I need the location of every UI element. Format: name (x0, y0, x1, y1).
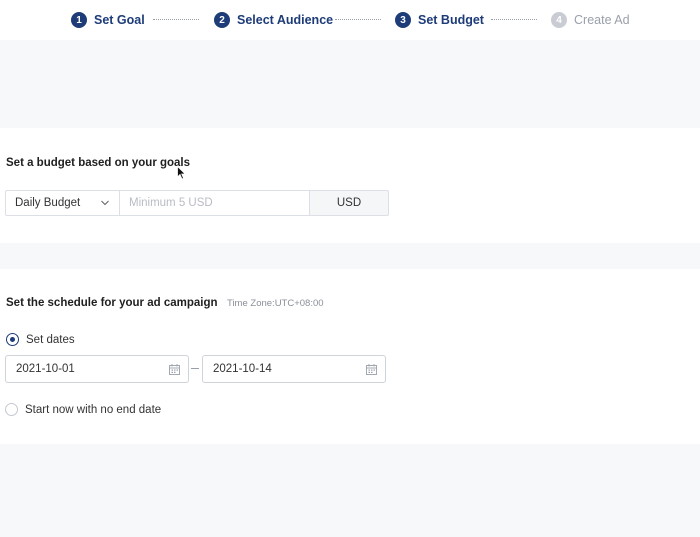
radio-checked[interactable] (6, 333, 19, 346)
step-set-goal[interactable]: 1 Set Goal (71, 11, 145, 29)
calendar-icon (366, 364, 377, 375)
end-date-picker[interactable]: 2021-10-14 (202, 355, 386, 383)
step-label: Set Goal (94, 13, 145, 27)
currency-label: USD (309, 190, 389, 216)
radio-unchecked[interactable] (5, 403, 18, 416)
step-number: 3 (395, 12, 411, 28)
no-end-date-label: Start now with no end date (25, 403, 162, 416)
step-number: 2 (214, 12, 230, 28)
no-end-date-option[interactable]: Start now with no end date (5, 403, 161, 416)
start-date-value: 2021-10-01 (16, 363, 75, 375)
set-dates-label: Set dates (26, 333, 75, 346)
step-label: Create Ad (574, 13, 630, 27)
date-range-separator (191, 368, 199, 369)
step-connector (491, 19, 537, 20)
step-label: Set Budget (418, 13, 484, 27)
start-date-picker[interactable]: 2021-10-01 (5, 355, 189, 383)
step-number: 1 (71, 12, 87, 28)
calendar-icon (169, 364, 180, 375)
step-select-audience[interactable]: 2 Select Audience (214, 11, 333, 29)
budget-title: Set a budget based on your goals (6, 157, 191, 169)
step-connector (153, 19, 199, 20)
budget-amount-input[interactable]: Minimum 5 USD (120, 190, 310, 216)
step-label: Select Audience (237, 13, 334, 27)
step-connector (335, 19, 381, 20)
mouse-cursor-icon (177, 166, 187, 180)
budget-type-value: Daily Budget (15, 197, 81, 209)
budget-type-select[interactable]: Daily Budget (5, 190, 120, 216)
budget-panel: Set a budget based on your goals Daily B… (0, 128, 700, 243)
set-dates-option[interactable]: Set dates (6, 333, 75, 346)
chevron-down-icon (101, 200, 109, 206)
schedule-title: Set the schedule for your ad campaign (6, 297, 218, 309)
step-number: 4 (551, 12, 567, 28)
step-set-budget[interactable]: 3 Set Budget (395, 11, 484, 29)
timezone-label: Time Zone:UTC+08:00 (227, 298, 324, 309)
schedule-panel: Set the schedule for your ad campaign Ti… (0, 269, 700, 444)
end-date-value: 2021-10-14 (213, 363, 272, 375)
step-create-ad[interactable]: 4 Create Ad (551, 11, 630, 29)
progress-stepper: 1 Set Goal 2 Select Audience 3 Set Budge… (0, 0, 700, 40)
